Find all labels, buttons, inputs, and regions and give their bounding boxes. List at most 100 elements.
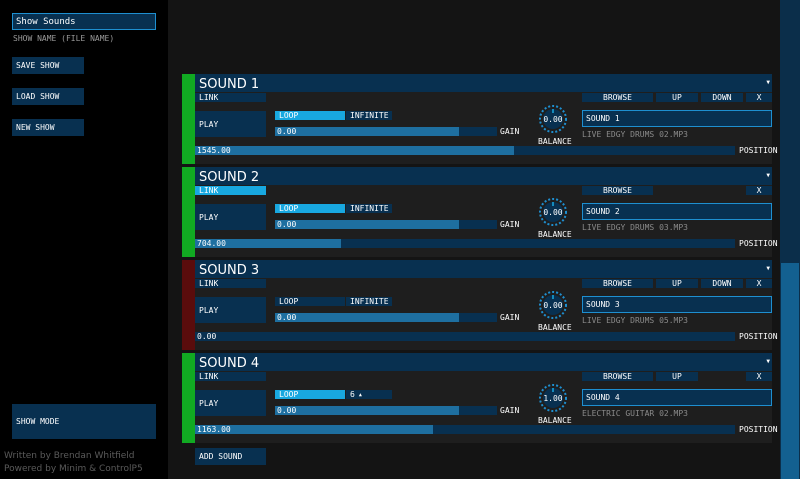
active-indicator	[182, 353, 195, 443]
balance-value: 0.00	[543, 300, 563, 310]
gain-label: GAIN	[500, 314, 520, 322]
gain-label: GAIN	[500, 407, 520, 415]
position-label: POSITION	[739, 333, 778, 341]
position-value: 704.00	[197, 239, 226, 248]
sound-header[interactable]: SOUND 4 ▼	[195, 353, 772, 371]
chevron-down-icon[interactable]: ▼	[766, 172, 770, 179]
sound-name-input[interactable]: SOUND 3	[582, 296, 772, 313]
credit-libraries: Powered by Minim & ControlP5	[4, 464, 143, 474]
link-button[interactable]: LINK	[195, 372, 266, 381]
position-slider[interactable]: 1545.00	[195, 146, 735, 155]
sound-file-name: LIVE EDGY DRUMS 05.MP3	[582, 317, 688, 325]
browse-button[interactable]: BROWSE	[582, 186, 653, 195]
credit-author: Written by Brendan Whitfield	[4, 451, 135, 461]
loop-toggle[interactable]: LOOP	[275, 297, 345, 306]
add-sound-button[interactable]: ADD SOUND	[195, 448, 266, 465]
gain-slider[interactable]: 0.00	[275, 313, 497, 322]
balance-label: BALANCE	[538, 231, 572, 239]
gain-slider-fill	[275, 313, 460, 322]
position-value: 1545.00	[197, 146, 231, 155]
link-button[interactable]: LINK	[195, 93, 266, 102]
move-up-button[interactable]: UP	[656, 93, 698, 102]
browse-button[interactable]: BROWSE	[582, 372, 653, 381]
browse-button[interactable]: BROWSE	[582, 93, 653, 102]
chevron-down-icon[interactable]: ▼	[766, 358, 770, 365]
sound-title: SOUND 3	[199, 263, 260, 278]
loop-count-input[interactable]: INFINITE ▲	[346, 111, 392, 120]
gain-slider-fill	[275, 220, 460, 229]
load-show-button[interactable]: LOAD SHOW	[12, 88, 84, 105]
sound-title: SOUND 1	[199, 77, 260, 92]
position-label: POSITION	[739, 426, 778, 434]
remove-sound-button[interactable]: X	[746, 372, 772, 381]
sound-title: SOUND 4	[199, 356, 260, 371]
sound-file-name: LIVE EDGY DRUMS 02.MP3	[582, 131, 688, 139]
sound-file-name: LIVE EDGY DRUMS 03.MP3	[582, 224, 688, 232]
balance-knob[interactable]: 1.00	[538, 383, 568, 413]
scrollbar-thumb[interactable]	[781, 263, 799, 479]
sound-header[interactable]: SOUND 1 ▼	[195, 74, 772, 92]
loop-toggle[interactable]: LOOP	[275, 111, 345, 120]
sound-header[interactable]: SOUND 2 ▼	[195, 167, 772, 185]
play-button[interactable]: PLAY	[195, 111, 266, 137]
loop-count-value: 6	[350, 390, 355, 399]
active-indicator	[182, 167, 195, 257]
browse-button[interactable]: BROWSE	[582, 279, 653, 288]
sound-panel: SOUND 4 ▼ LINK BROWSE UP X PLAY LOOP 6 ▲…	[182, 353, 778, 443]
link-button[interactable]: LINK	[195, 186, 266, 195]
loop-count-input[interactable]: INFINITE ▲	[346, 204, 392, 213]
chevron-down-icon[interactable]: ▼	[766, 79, 770, 86]
gain-slider[interactable]: 0.00	[275, 406, 497, 415]
gain-value: 0.00	[277, 220, 297, 229]
chevron-down-icon[interactable]: ▼	[766, 265, 770, 272]
gain-label: GAIN	[500, 221, 520, 229]
move-up-button[interactable]: UP	[656, 279, 698, 288]
sound-title: SOUND 2	[199, 170, 260, 185]
show-name-input[interactable]: Show Sounds	[12, 13, 156, 30]
move-down-button[interactable]: DOWN	[701, 279, 743, 288]
remove-sound-button[interactable]: X	[746, 186, 772, 195]
play-button[interactable]: PLAY	[195, 297, 266, 323]
gain-value: 0.00	[277, 406, 297, 415]
play-button[interactable]: PLAY	[195, 390, 266, 416]
move-up-button[interactable]: UP	[656, 372, 698, 381]
loop-toggle[interactable]: LOOP	[275, 204, 345, 213]
remove-sound-button[interactable]: X	[746, 279, 772, 288]
position-slider[interactable]: 0.00	[195, 332, 735, 341]
balance-knob[interactable]: 0.00	[538, 104, 568, 134]
link-button[interactable]: LINK	[195, 279, 266, 288]
loop-count-input[interactable]: 6 ▲	[346, 390, 392, 399]
play-button[interactable]: PLAY	[195, 204, 266, 230]
move-down-button[interactable]: DOWN	[701, 93, 743, 102]
balance-knob[interactable]: 0.00	[538, 197, 568, 227]
save-show-button[interactable]: SAVE SHOW	[12, 57, 84, 74]
gain-slider[interactable]: 0.00	[275, 220, 497, 229]
balance-label: BALANCE	[538, 417, 572, 425]
caret-up-icon[interactable]: ▲	[359, 392, 362, 398]
gain-value: 0.00	[277, 313, 297, 322]
position-slider[interactable]: 1163.00	[195, 425, 735, 434]
loop-count-value: INFINITE	[350, 297, 389, 306]
loop-toggle[interactable]: LOOP	[275, 390, 345, 399]
position-label: POSITION	[739, 147, 778, 155]
show-name-label: SHOW NAME (FILE NAME)	[13, 35, 115, 43]
gain-slider[interactable]: 0.00	[275, 127, 497, 136]
loop-count-input[interactable]: INFINITE ▲	[346, 297, 392, 306]
active-indicator	[182, 260, 195, 350]
gain-slider-fill	[275, 406, 460, 415]
balance-knob[interactable]: 0.00	[538, 290, 568, 320]
sound-panel: SOUND 1 ▼ LINK BROWSE UP DOWN X PLAY LOO…	[182, 74, 778, 164]
sound-name-input[interactable]: SOUND 2	[582, 203, 772, 220]
sound-name-input[interactable]: SOUND 4	[582, 389, 772, 406]
sound-name-input[interactable]: SOUND 1	[582, 110, 772, 127]
balance-value: 0.00	[543, 114, 563, 124]
gain-label: GAIN	[500, 128, 520, 136]
position-slider[interactable]: 704.00	[195, 239, 735, 248]
new-show-button[interactable]: NEW SHOW	[12, 119, 84, 136]
remove-sound-button[interactable]: X	[746, 93, 772, 102]
gain-value: 0.00	[277, 127, 297, 136]
position-value: 0.00	[197, 332, 217, 341]
balance-value: 0.00	[543, 207, 563, 217]
sound-header[interactable]: SOUND 3 ▼	[195, 260, 772, 278]
show-mode-button[interactable]: SHOW MODE	[12, 404, 156, 439]
